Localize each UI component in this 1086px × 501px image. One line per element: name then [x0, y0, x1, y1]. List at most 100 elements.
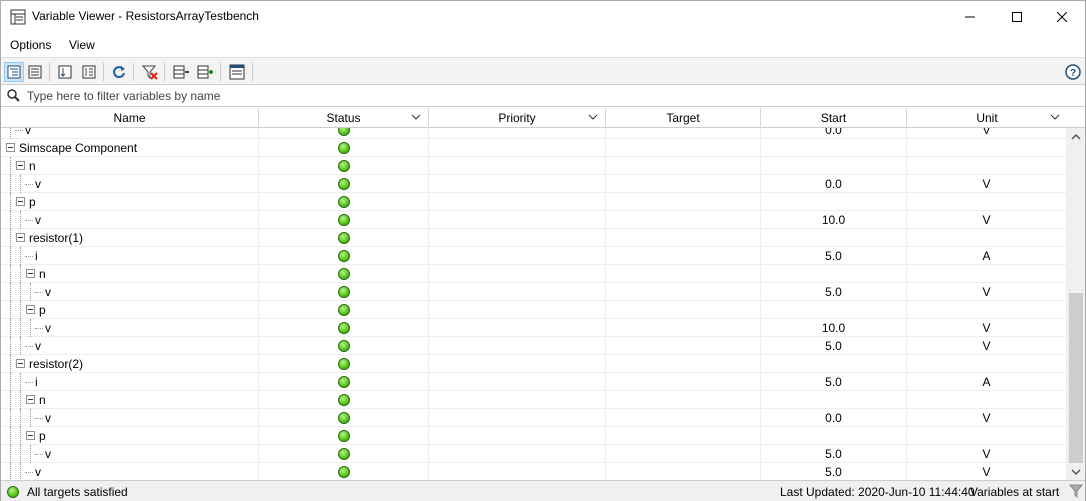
- target-cell[interactable]: [606, 319, 761, 337]
- table-row[interactable]: v 0.0 V: [1, 409, 1067, 427]
- unit-value[interactable]: A: [907, 247, 1067, 265]
- collapse-toggle-icon[interactable]: [26, 431, 35, 440]
- start-value[interactable]: [761, 139, 907, 157]
- menu-view[interactable]: View: [69, 38, 95, 52]
- unit-value[interactable]: [907, 427, 1067, 445]
- priority-cell[interactable]: [429, 463, 606, 480]
- target-cell[interactable]: [606, 128, 761, 139]
- start-value[interactable]: 5.0: [761, 445, 907, 463]
- priority-cell[interactable]: [429, 445, 606, 463]
- priority-cell[interactable]: [429, 301, 606, 319]
- start-value[interactable]: [761, 229, 907, 247]
- minimize-button[interactable]: [947, 1, 993, 32]
- column-header-name[interactable]: Name: [1, 108, 259, 128]
- priority-cell[interactable]: [429, 391, 606, 409]
- table-row[interactable]: v 5.0 V: [1, 283, 1067, 301]
- target-cell[interactable]: [606, 337, 761, 355]
- start-value[interactable]: 10.0: [761, 319, 907, 337]
- unit-value[interactable]: V: [907, 319, 1067, 337]
- scroll-down-button[interactable]: [1067, 463, 1085, 480]
- start-value[interactable]: 5.0: [761, 283, 907, 301]
- collapse-toggle-icon[interactable]: [6, 143, 15, 152]
- target-cell[interactable]: [606, 301, 761, 319]
- priority-cell[interactable]: [429, 427, 606, 445]
- unit-value[interactable]: [907, 157, 1067, 175]
- unit-value[interactable]: V: [907, 211, 1067, 229]
- collapse-toggle-icon[interactable]: [26, 269, 35, 278]
- target-cell[interactable]: [606, 445, 761, 463]
- scrollbar-thumb[interactable]: [1069, 293, 1083, 463]
- start-value[interactable]: [761, 157, 907, 175]
- table-row[interactable]: p: [1, 193, 1067, 211]
- target-cell[interactable]: [606, 391, 761, 409]
- start-value[interactable]: 5.0: [761, 247, 907, 265]
- start-value[interactable]: [761, 265, 907, 283]
- add-column-button[interactable]: [171, 62, 191, 82]
- unit-value[interactable]: [907, 355, 1067, 373]
- table-row[interactable]: v 5.0 V: [1, 445, 1067, 463]
- start-value[interactable]: [761, 427, 907, 445]
- target-cell[interactable]: [606, 265, 761, 283]
- priority-cell[interactable]: [429, 193, 606, 211]
- priority-cell[interactable]: [429, 337, 606, 355]
- target-cell[interactable]: [606, 157, 761, 175]
- add-row-button[interactable]: [195, 62, 215, 82]
- target-cell[interactable]: [606, 373, 761, 391]
- target-cell[interactable]: [606, 229, 761, 247]
- target-cell[interactable]: [606, 355, 761, 373]
- start-value[interactable]: [761, 193, 907, 211]
- filter-input[interactable]: [27, 87, 1077, 105]
- priority-cell[interactable]: [429, 175, 606, 193]
- unit-value[interactable]: [907, 193, 1067, 211]
- start-value[interactable]: 5.0: [761, 463, 907, 480]
- priority-cell[interactable]: [429, 355, 606, 373]
- priority-cell[interactable]: [429, 139, 606, 157]
- collapse-toggle-icon[interactable]: [16, 197, 25, 206]
- close-button[interactable]: [1039, 1, 1085, 32]
- table-row[interactable]: n: [1, 391, 1067, 409]
- unit-value[interactable]: [907, 265, 1067, 283]
- column-header-priority[interactable]: Priority: [429, 108, 606, 128]
- vertical-scrollbar[interactable]: [1067, 128, 1085, 480]
- sort-list-button[interactable]: [79, 62, 99, 82]
- unit-value[interactable]: V: [907, 445, 1067, 463]
- priority-cell[interactable]: [429, 283, 606, 301]
- start-value[interactable]: 0.0: [761, 409, 907, 427]
- unit-value[interactable]: V: [907, 175, 1067, 193]
- table-row[interactable]: v 5.0 V: [1, 463, 1067, 480]
- table-row[interactable]: p: [1, 427, 1067, 445]
- sort-descending-button[interactable]: [55, 62, 75, 82]
- collapse-toggle-icon[interactable]: [26, 395, 35, 404]
- unit-value[interactable]: [907, 301, 1067, 319]
- collapse-toggle-icon[interactable]: [16, 161, 25, 170]
- flat-list-button[interactable]: [25, 62, 45, 82]
- priority-cell[interactable]: [429, 157, 606, 175]
- table-row[interactable]: v 0.0 V: [1, 175, 1067, 193]
- column-header-status[interactable]: Status: [259, 108, 429, 128]
- unit-value[interactable]: V: [907, 463, 1067, 480]
- priority-cell[interactable]: [429, 128, 606, 139]
- target-cell[interactable]: [606, 193, 761, 211]
- table-row[interactable]: v 0.0 V: [1, 128, 1067, 139]
- target-cell[interactable]: [606, 283, 761, 301]
- table-row[interactable]: n: [1, 157, 1067, 175]
- maximize-button[interactable]: [994, 1, 1040, 32]
- unit-value[interactable]: V: [907, 283, 1067, 301]
- table-row[interactable]: v 5.0 V: [1, 337, 1067, 355]
- table-row[interactable]: v 10.0 V: [1, 211, 1067, 229]
- priority-cell[interactable]: [429, 265, 606, 283]
- target-cell[interactable]: [606, 139, 761, 157]
- start-value[interactable]: 0.0: [761, 175, 907, 193]
- target-cell[interactable]: [606, 427, 761, 445]
- tree-view-button[interactable]: [4, 62, 24, 82]
- start-value[interactable]: [761, 391, 907, 409]
- table-row[interactable]: i 5.0 A: [1, 373, 1067, 391]
- table-row[interactable]: resistor(2): [1, 355, 1067, 373]
- start-value[interactable]: 5.0: [761, 373, 907, 391]
- target-cell[interactable]: [606, 409, 761, 427]
- start-value[interactable]: 5.0: [761, 337, 907, 355]
- unit-value[interactable]: V: [907, 337, 1067, 355]
- collapse-toggle-icon[interactable]: [26, 305, 35, 314]
- table-row[interactable]: Simscape Component: [1, 139, 1067, 157]
- table-row[interactable]: v 10.0 V: [1, 319, 1067, 337]
